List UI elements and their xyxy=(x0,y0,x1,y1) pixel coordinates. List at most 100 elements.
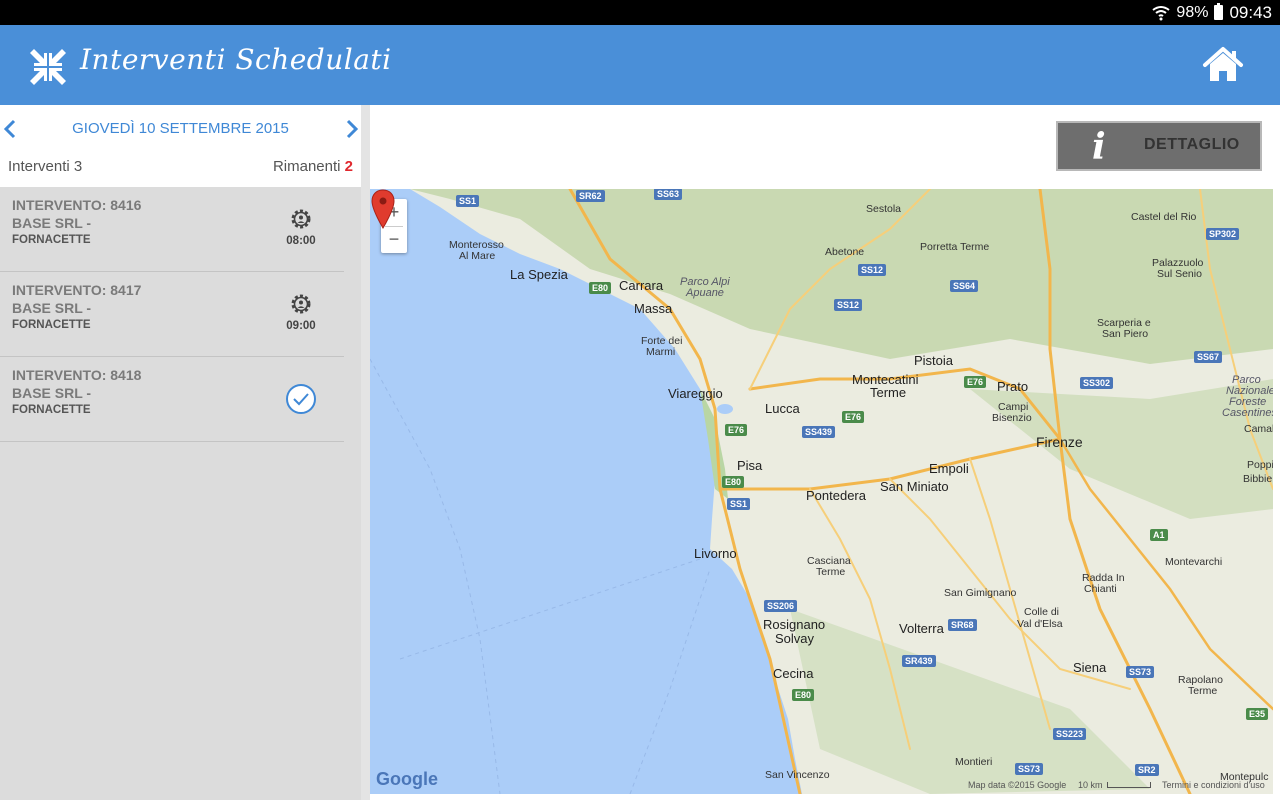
counts-row: Interventi 3 Rimanenti 2 xyxy=(0,158,361,178)
map-data-attribution: Map data ©2015 Google xyxy=(968,780,1067,790)
road-shield: E76 xyxy=(842,411,865,423)
battery-percent: 98% xyxy=(1176,3,1209,21)
road-shield: SS206 xyxy=(764,600,798,612)
map-label: Montevarchi xyxy=(1165,556,1223,568)
road-shield: SS1 xyxy=(456,195,480,207)
intervention-item[interactable]: INTERVENTO: 8417 BASE SRL - FORNACETTE 0… xyxy=(0,272,344,357)
intervention-client: BASE SRL - xyxy=(12,385,92,401)
clock: 09:43 xyxy=(1229,2,1272,22)
road-shield: A1 xyxy=(1150,529,1168,541)
intervention-location: FORNACETTE xyxy=(12,234,91,246)
intervention-item[interactable]: INTERVENTO: 8418 BASE SRL - FORNACETTE xyxy=(0,357,344,442)
map-label: Terme xyxy=(816,566,846,578)
road-shield: E80 xyxy=(792,689,815,701)
app-title: Interventi Schedulati xyxy=(80,43,392,76)
map-label: Pistoia xyxy=(914,353,954,368)
app-bar: Interventi Schedulati xyxy=(0,25,1280,105)
rimanenti-count: Rimanenti 2 xyxy=(273,158,353,175)
road-shield: E80 xyxy=(589,282,612,294)
map-label: Poppi xyxy=(1247,459,1273,471)
intervention-title: INTERVENTO: 8418 xyxy=(12,367,142,383)
road-shield: E76 xyxy=(725,424,748,436)
map-terms-link[interactable]: Termini e condizioni d'uso xyxy=(1162,780,1265,790)
map-label: Terme xyxy=(1188,685,1218,697)
map-label: Siena xyxy=(1073,660,1107,675)
road-shield: SS73 xyxy=(1015,763,1044,775)
road-shield: SS1 xyxy=(727,498,751,510)
map-label: Viareggio xyxy=(668,386,723,401)
road-shield: SR2 xyxy=(1135,764,1159,776)
panel-divider xyxy=(361,105,370,800)
scheduled-gear-icon xyxy=(291,209,311,229)
map-label: Terme xyxy=(870,385,907,400)
intervention-item[interactable]: INTERVENTO: 8416 BASE SRL - FORNACETTE 0… xyxy=(0,187,344,272)
map-label: Bibbie xyxy=(1243,473,1273,485)
map-label: Pisa xyxy=(737,458,763,473)
road-shield: SS12 xyxy=(834,299,863,311)
map-label: Firenze xyxy=(1036,434,1083,450)
map-label: Camal xyxy=(1244,423,1273,435)
map-label: San Gimignano xyxy=(944,587,1017,599)
detail-button[interactable]: i DETTAGLIO xyxy=(1056,121,1262,171)
map-label: Marmi xyxy=(646,346,676,358)
chevron-right-icon[interactable] xyxy=(344,119,360,139)
road-shield: SR439 xyxy=(902,655,936,667)
date-navigator: GIOVEDÌ 10 SETTEMBRE 2015 xyxy=(0,105,361,153)
map-label: Apuane xyxy=(686,287,724,299)
road-shield: SS64 xyxy=(950,280,979,292)
wifi-icon xyxy=(1152,5,1171,20)
road-shield: SS12 xyxy=(858,264,887,276)
map-label: Prato xyxy=(997,379,1029,394)
map-label: Volterra xyxy=(899,621,944,636)
map-label: Sestola xyxy=(866,203,902,215)
road-shield: SS439 xyxy=(802,426,836,438)
rimanenti-value: 2 xyxy=(344,158,353,175)
map-label: Carrara xyxy=(619,278,664,293)
map-view[interactable]: + − Sestola Castel del Rio Monterosso Al… xyxy=(370,189,1273,794)
road-shield: SR62 xyxy=(576,190,605,202)
road-shield: SS223 xyxy=(1053,728,1087,740)
map-label: La Spezia xyxy=(510,267,568,282)
map-label: Castel del Rio xyxy=(1131,211,1197,223)
map-label: Solvay xyxy=(775,631,815,646)
road-shield: SS302 xyxy=(1080,377,1114,389)
map-scale-bar xyxy=(1107,782,1151,788)
google-logo: Google xyxy=(376,769,438,790)
home-icon[interactable] xyxy=(1202,45,1244,85)
intervention-title: INTERVENTO: 8417 xyxy=(12,282,142,298)
map-pin-icon[interactable] xyxy=(370,189,396,229)
map-label: Massa xyxy=(634,301,673,316)
intervention-location: FORNACETTE xyxy=(12,404,91,416)
map-label: Abetone xyxy=(825,246,865,258)
map-label: San Miniato xyxy=(880,479,949,494)
intervention-location: FORNACETTE xyxy=(12,319,91,331)
intervention-list: INTERVENTO: 8416 BASE SRL - FORNACETTE 0… xyxy=(0,187,361,800)
map-label: Montieri xyxy=(955,756,993,768)
map-label: San Piero xyxy=(1102,328,1149,340)
road-shield: SR68 xyxy=(948,619,977,631)
map-label: Lucca xyxy=(765,401,800,416)
map-label: Cecina xyxy=(773,666,814,681)
map-label: Al Mare xyxy=(459,250,496,262)
map-scale-label: 10 km xyxy=(1078,780,1103,790)
road-shield: E76 xyxy=(964,376,987,388)
map-label: Casentinesi xyxy=(1222,407,1273,419)
map-label: Sul Senio xyxy=(1157,268,1202,280)
map-label: Bisenzio xyxy=(992,412,1032,424)
road-shield: E80 xyxy=(722,476,745,488)
interventi-count: Interventi 3 xyxy=(8,158,83,175)
battery-icon xyxy=(1214,3,1224,20)
info-icon: i xyxy=(1092,126,1106,168)
map-label: Chianti xyxy=(1084,583,1117,595)
collapse-arrows-icon[interactable] xyxy=(28,47,68,87)
road-shield: SS73 xyxy=(1126,666,1155,678)
map-label: Val d'Elsa xyxy=(1017,618,1063,630)
zoom-out-button[interactable]: − xyxy=(381,226,407,253)
map-label: Rosignano xyxy=(763,617,826,632)
road-shield: SS63 xyxy=(654,189,683,200)
map-label: San Vincenzo xyxy=(765,769,830,781)
completed-check-icon xyxy=(286,384,316,414)
intervention-time: 08:00 xyxy=(286,235,316,247)
intervention-title: INTERVENTO: 8416 xyxy=(12,197,142,213)
intervention-time: 09:00 xyxy=(286,320,316,332)
